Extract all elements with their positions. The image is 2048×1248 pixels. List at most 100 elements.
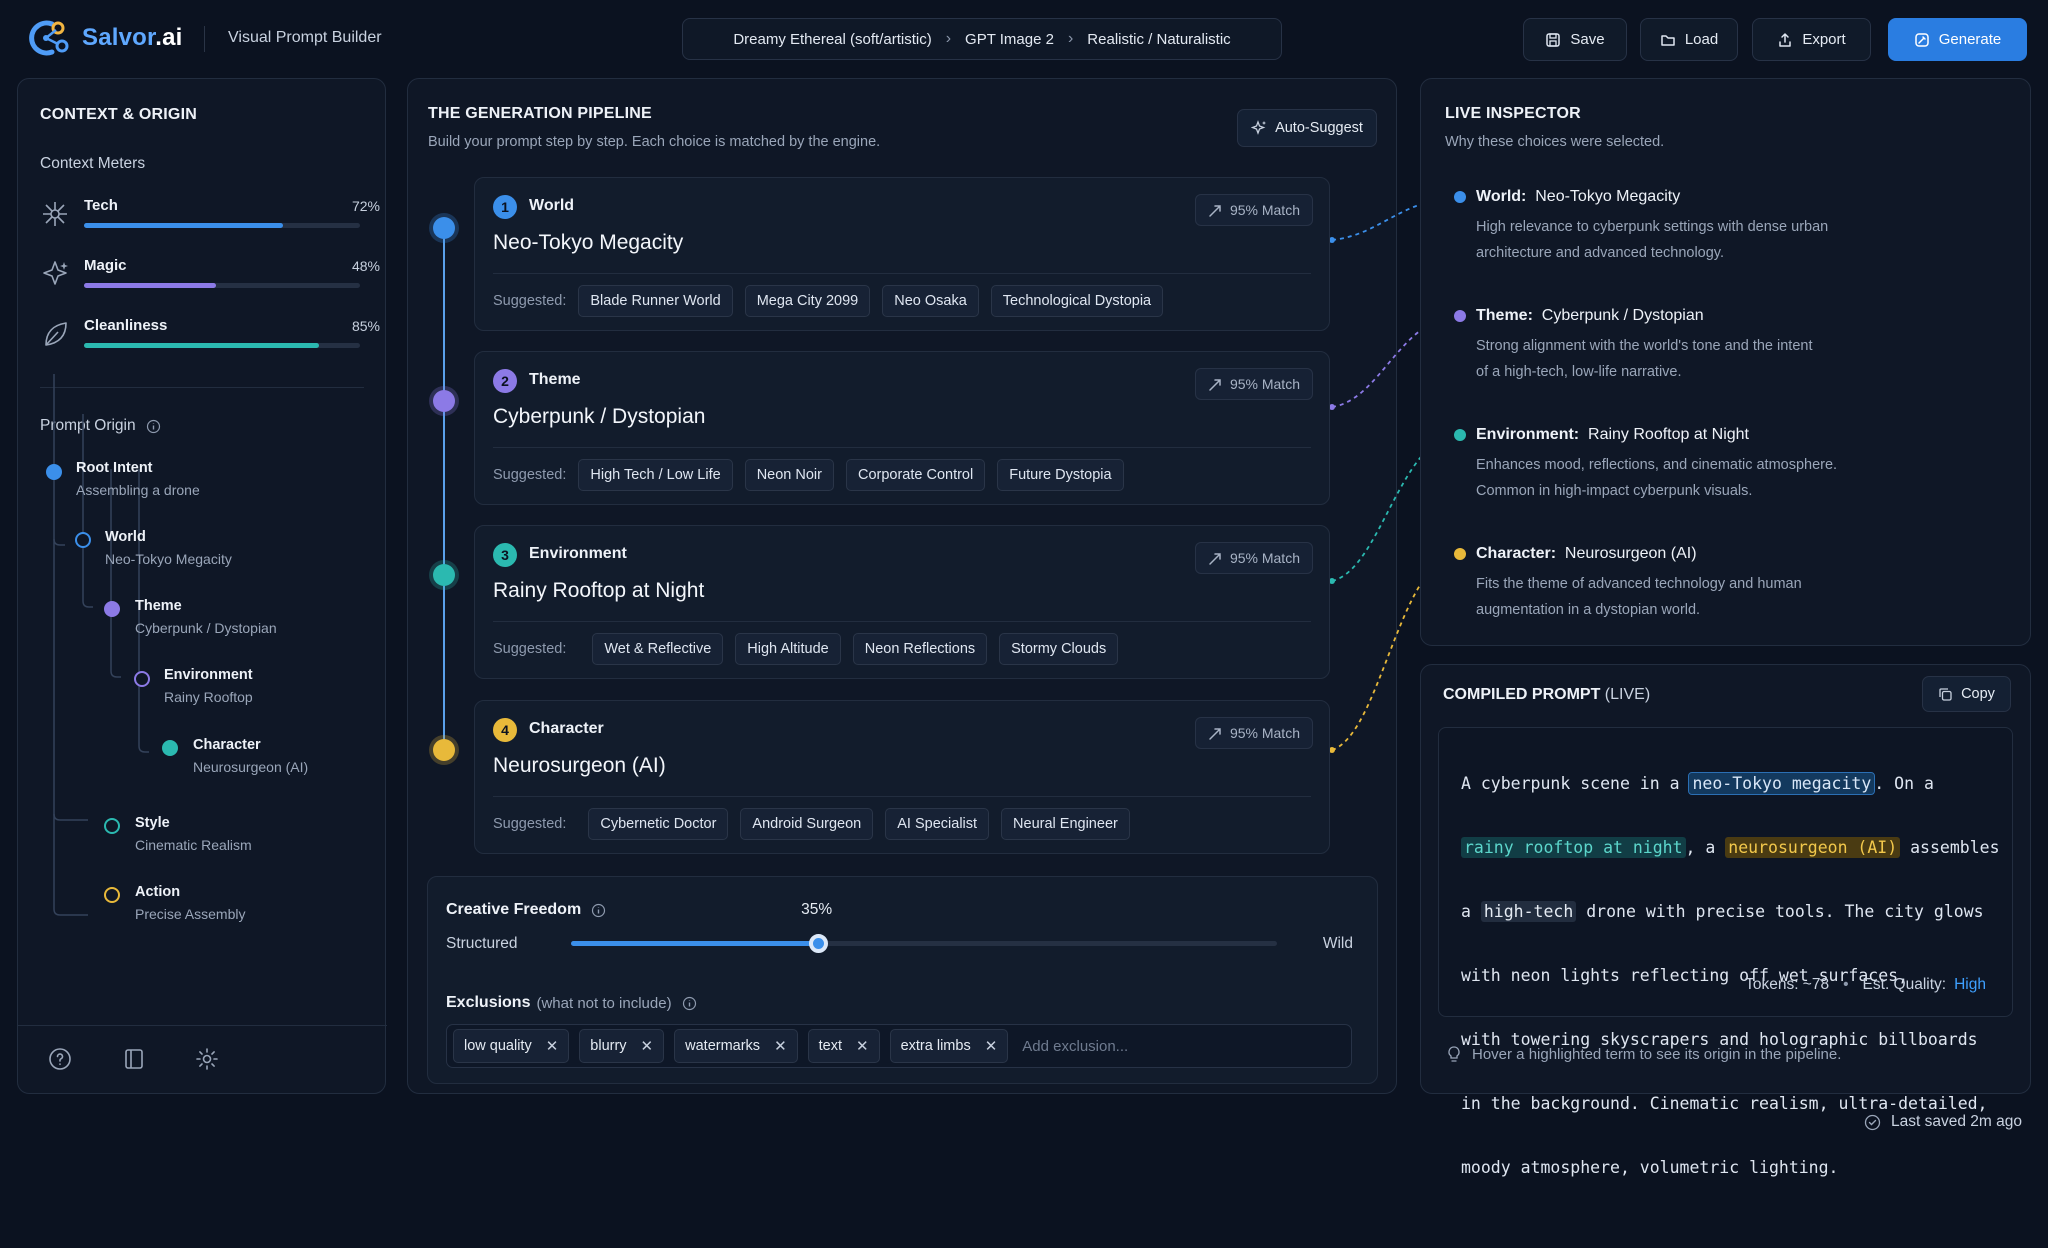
- exclusion-chip[interactable]: text ✕: [807, 1029, 880, 1063]
- suggestion-chip[interactable]: Neural Engineer: [1001, 808, 1130, 840]
- suggestions: Suggested: Blade Runner World Mega City …: [493, 285, 1164, 317]
- slider-handle[interactable]: [809, 934, 829, 953]
- prompt-line: A cyberpunk scene in a neo-Tokyo megacit…: [1461, 768, 2000, 800]
- suggestion-chip[interactable]: Wet & Reflective: [592, 633, 724, 665]
- suggestion-chip[interactable]: Future Dystopia: [997, 459, 1124, 491]
- step-card-environment[interactable]: 3 Environment Rainy Rooftop at Night 95%…: [474, 525, 1330, 679]
- match-text: 95% Match: [1229, 725, 1300, 741]
- inspector-key: Character:: [1476, 545, 1557, 562]
- step-value[interactable]: Neurosurgeon (AI): [493, 754, 666, 778]
- exclusion-chip[interactable]: extra limbs ✕: [889, 1029, 1009, 1063]
- info-icon[interactable]: [682, 996, 697, 1011]
- suggestion-chip[interactable]: Neon Reflections: [852, 633, 988, 665]
- step-number: 1: [493, 195, 517, 219]
- step-value[interactable]: Neo-Tokyo Megacity: [493, 231, 683, 255]
- inspector-body: Fits the theme of advanced technology an…: [1476, 571, 1886, 623]
- info-icon[interactable]: [591, 903, 606, 918]
- inspector-line: augmentation in a dystopian world.: [1476, 602, 1701, 618]
- exclusion-label: text: [818, 1038, 843, 1054]
- inspector-item-environment[interactable]: Environment: Rainy Rooftop at Night Enha…: [1454, 426, 1886, 504]
- close-icon[interactable]: ✕: [985, 1037, 998, 1055]
- inspector-body: Strong alignment with the world's tone a…: [1476, 333, 1886, 385]
- suggestion-chip[interactable]: AI Specialist: [885, 808, 990, 840]
- trend-icon: [1209, 204, 1221, 217]
- suggestions: Suggested: Wet & Reflective High Altitud…: [493, 633, 1119, 665]
- step-number: 3: [493, 543, 517, 567]
- copy-icon: [1939, 687, 1952, 701]
- inspector-line: of a high-tech, low-life narrative.: [1476, 364, 1682, 380]
- exclusions-header: Exclusions (what not to include): [446, 994, 697, 1012]
- copy-button[interactable]: Copy: [1922, 676, 2011, 712]
- copy-label: Copy: [1961, 686, 1995, 702]
- rail-node-world[interactable]: [433, 217, 455, 239]
- suggestion-chip[interactable]: Cybernetic Doctor: [588, 808, 729, 840]
- exclusions-input[interactable]: low quality ✕ blurry ✕ watermarks ✕ text ✕ e…: [446, 1024, 1352, 1068]
- freedom-title: Creative Freedom: [446, 901, 582, 918]
- inspector-item-character[interactable]: Character: Neurosurgeon (AI) Fits the th…: [1454, 545, 1886, 623]
- close-icon[interactable]: ✕: [774, 1037, 787, 1055]
- compiled-header: COMPILED PROMPT (LIVE): [1443, 686, 1650, 704]
- rail-node-theme[interactable]: [433, 390, 455, 412]
- suggested-label: Suggested:: [493, 641, 567, 657]
- step-card-theme[interactable]: 2 Theme Cyberpunk / Dystopian 95% Match …: [474, 351, 1330, 505]
- step-value[interactable]: Rainy Rooftop at Night: [493, 579, 704, 603]
- inspector-key: Environment:: [1476, 426, 1580, 443]
- highlight-environment[interactable]: rainy rooftop at night: [1461, 837, 1686, 858]
- inspector-line: Strong alignment with the world's tone a…: [1476, 338, 1813, 354]
- exclusion-label: extra limbs: [900, 1038, 971, 1054]
- exclusion-chip[interactable]: watermarks ✕: [674, 1029, 798, 1063]
- step-value[interactable]: Cyberpunk / Dystopian: [493, 405, 705, 429]
- suggestion-chip[interactable]: Stormy Clouds: [999, 633, 1119, 665]
- step-card-world[interactable]: 1 World Neo-Tokyo Megacity 95% Match Sug…: [474, 177, 1330, 331]
- exclusion-placeholder[interactable]: Add exclusion...: [1022, 1038, 1128, 1055]
- inspector-body: High relevance to cyberpunk settings wit…: [1476, 214, 1886, 266]
- trend-icon: [1209, 378, 1221, 391]
- inspector-line: Enhances mood, reflections, and cinemati…: [1476, 457, 1838, 473]
- prompt-text: . On a: [1874, 774, 1934, 793]
- inspector-line: High relevance to cyberpunk settings wit…: [1476, 219, 1829, 235]
- suggestion-chip[interactable]: Mega City 2099: [744, 285, 871, 317]
- close-icon[interactable]: ✕: [546, 1037, 559, 1055]
- legend-dot: [1454, 310, 1466, 322]
- rail-node-character[interactable]: [433, 739, 455, 761]
- exclusion-chip[interactable]: low quality ✕: [453, 1029, 570, 1063]
- step-title: Character: [529, 720, 604, 737]
- exclusion-chip[interactable]: blurry ✕: [579, 1029, 665, 1063]
- match-text: 95% Match: [1229, 376, 1300, 392]
- inspector-value: Neurosurgeon (AI): [1564, 545, 1697, 562]
- suggestion-chip[interactable]: Corporate Control: [845, 459, 986, 491]
- highlight-tech[interactable]: high-tech: [1480, 901, 1577, 922]
- inspector-heading: Character: Neurosurgeon (AI): [1476, 545, 1886, 563]
- match-badge: 95% Match: [1194, 368, 1313, 400]
- separator-dot: •: [1843, 976, 1849, 993]
- close-icon[interactable]: ✕: [856, 1037, 869, 1055]
- freedom-right-label: Wild: [1322, 935, 1353, 952]
- suggestion-chip[interactable]: High Tech / Low Life: [578, 459, 733, 491]
- inspector-line: Fits the theme of advanced technology an…: [1476, 576, 1802, 592]
- suggestion-chip[interactable]: Technological Dystopia: [990, 285, 1164, 317]
- close-icon[interactable]: ✕: [641, 1037, 654, 1055]
- rail-node-environment[interactable]: [433, 564, 455, 586]
- step-card-character[interactable]: 4 Character Neurosurgeon (AI) 95% Match …: [474, 700, 1330, 854]
- suggestion-chip[interactable]: Blade Runner World: [578, 285, 733, 317]
- inspector-item-theme[interactable]: Theme: Cyberpunk / Dystopian Strong alig…: [1454, 307, 1886, 385]
- compiled-prompt-box[interactable]: A cyberpunk scene in a neo-Tokyo megacit…: [1438, 727, 2013, 1177]
- trend-icon: [1209, 727, 1221, 740]
- suggestion-chip[interactable]: High Altitude: [735, 633, 841, 665]
- hint-text: Hover a highlighted term to see its orig…: [1472, 1045, 1842, 1063]
- freedom-header: Creative Freedom: [446, 901, 606, 919]
- prompt-line: a high-tech drone with precise tools. Th…: [1461, 896, 2000, 928]
- match-text: 95% Match: [1229, 202, 1300, 218]
- token-count: Tokens: ~78: [1745, 976, 1830, 993]
- suggestion-chip[interactable]: Neo Osaka: [882, 285, 979, 317]
- prompt-text: , a: [1685, 838, 1726, 857]
- highlight-character[interactable]: neurosurgeon (AI): [1725, 837, 1901, 858]
- highlight-world[interactable]: neo-Tokyo megacity: [1688, 772, 1876, 795]
- lightbulb-icon: [1448, 1046, 1460, 1062]
- inspector-item-world[interactable]: World: Neo-Tokyo Megacity High relevance…: [1454, 188, 1886, 266]
- divider: [493, 621, 1311, 622]
- suggestion-chip[interactable]: Neon Noir: [744, 459, 834, 491]
- suggestion-chip[interactable]: Android Surgeon: [740, 808, 874, 840]
- freedom-slider[interactable]: 35%: [571, 901, 1277, 953]
- inspector-key: World:: [1476, 188, 1527, 205]
